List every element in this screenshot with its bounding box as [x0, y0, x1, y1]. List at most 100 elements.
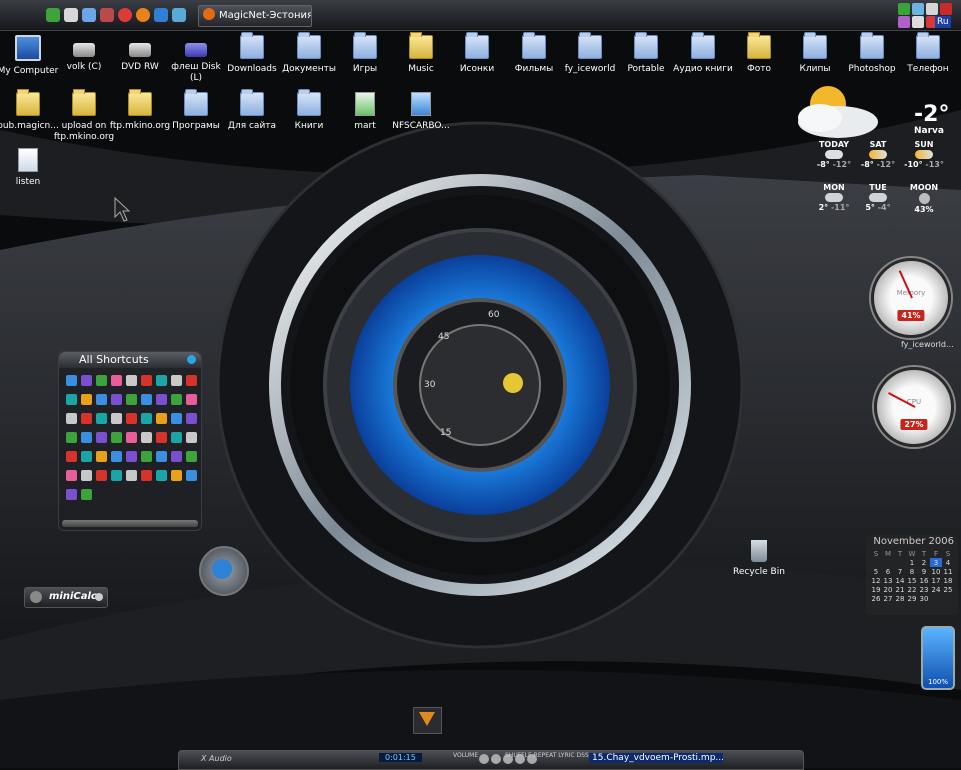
shortcut-icon[interactable]: [171, 470, 182, 481]
icon-photoshop[interactable]: Photoshop: [841, 32, 903, 75]
shortcut-icon[interactable]: [96, 375, 107, 386]
shortcut-icon[interactable]: [141, 432, 152, 443]
shortcut-icon[interactable]: [171, 451, 182, 462]
all-shortcuts-header[interactable]: All Shortcuts: [59, 352, 201, 368]
calendar-day[interactable]: 29: [906, 594, 918, 603]
shortcut-icon[interactable]: [81, 489, 92, 500]
shortcut-icon[interactable]: [81, 432, 92, 443]
icon-photo[interactable]: Фото: [728, 32, 790, 75]
calendar-day[interactable]: 6: [882, 567, 894, 576]
quicklaunch-icon-8[interactable]: [172, 8, 186, 22]
shortcut-icon[interactable]: [66, 375, 77, 386]
icon-ftp-mkino[interactable]: ftp.mkino.org: [109, 89, 171, 132]
shortcut-icon[interactable]: [66, 470, 77, 481]
shortcut-icon[interactable]: [66, 413, 77, 424]
calendar-day[interactable]: 11: [942, 567, 954, 576]
icon-audio-books[interactable]: Аудио книги: [672, 32, 734, 75]
calendar-day[interactable]: 21: [894, 585, 906, 594]
icon-my-computer[interactable]: My Computer: [0, 35, 59, 77]
shortcut-icon[interactable]: [186, 375, 197, 386]
quicklaunch-icon-3[interactable]: [82, 8, 96, 22]
shortcut-icon[interactable]: [141, 375, 152, 386]
shortcut-icon[interactable]: [156, 375, 167, 386]
play-button[interactable]: [491, 754, 501, 764]
icon-documents[interactable]: Документы: [278, 32, 340, 75]
icon-nfscarbon[interactable]: NFSCARBO...: [390, 92, 452, 132]
cpu-gauge[interactable]: CPU 27%: [874, 367, 954, 447]
taskbar-window-button[interactable]: MagicNet-Эстония - 8...: [198, 5, 312, 27]
shortcut-icon[interactable]: [81, 451, 92, 462]
shortcut-icon[interactable]: [186, 470, 197, 481]
icon-downloads[interactable]: Downloads: [221, 32, 283, 75]
calendar-day[interactable]: 1: [906, 558, 918, 567]
icon-programs[interactable]: Програмы: [165, 89, 227, 132]
media-play-widget[interactable]: [199, 546, 249, 596]
shortcut-icon[interactable]: [186, 413, 197, 424]
shortcut-icon[interactable]: [156, 451, 167, 462]
tray-icon-2[interactable]: [912, 3, 924, 15]
expand-icon[interactable]: [95, 593, 103, 601]
calendar-day[interactable]: 7: [894, 567, 906, 576]
panel-options-icon[interactable]: [187, 355, 196, 364]
quicklaunch-icon-2[interactable]: [64, 8, 78, 22]
shortcut-icon[interactable]: [156, 470, 167, 481]
minicalc-widget[interactable]: miniCalc: [24, 587, 108, 608]
shortcut-icon[interactable]: [141, 413, 152, 424]
icon-portable[interactable]: Portable: [615, 32, 677, 75]
shortcut-icon[interactable]: [81, 394, 92, 405]
calendar-day[interactable]: 18: [942, 576, 954, 585]
shortcut-icon[interactable]: [66, 451, 77, 462]
calendar-day[interactable]: 8: [906, 567, 918, 576]
shortcut-icon[interactable]: [186, 432, 197, 443]
shortcut-icon[interactable]: [126, 470, 137, 481]
icon-flash-disk[interactable]: флеш Disk (L): [165, 35, 227, 84]
icon-clips[interactable]: Клипы: [784, 32, 846, 75]
calendar-widget[interactable]: November 2006 SMTWTFS 1 2 3 4 5 6 7 8 9 10 11 12 13 1…: [866, 535, 958, 615]
shortcut-icon[interactable]: [171, 413, 182, 424]
shortcut-icon[interactable]: [126, 394, 137, 405]
shortcut-icon[interactable]: [141, 394, 152, 405]
prev-button[interactable]: [479, 754, 489, 764]
icon-books[interactable]: Книги: [278, 89, 340, 132]
shortcut-icon[interactable]: [156, 432, 167, 443]
icon-pub-magicnet[interactable]: pub.magicn...: [0, 89, 59, 132]
calendar-day[interactable]: 5: [870, 567, 882, 576]
language-indicator[interactable]: Ru: [935, 16, 951, 28]
icon-fy-iceworld[interactable]: fy_iceworld: [559, 32, 621, 75]
tray-icon-1[interactable]: [898, 3, 910, 15]
calendar-day[interactable]: 24: [930, 585, 942, 594]
shortcut-icon[interactable]: [96, 451, 107, 462]
calendar-day[interactable]: 4: [942, 558, 954, 567]
calendar-day[interactable]: 12: [870, 576, 882, 585]
all-shortcuts-panel[interactable]: All Shortcuts: [58, 351, 202, 531]
shortcut-icon[interactable]: [111, 451, 122, 462]
shortcut-icon[interactable]: [66, 432, 77, 443]
launcher-chevron-button[interactable]: [413, 707, 442, 734]
calendar-day[interactable]: 14: [894, 576, 906, 585]
shortcut-icon[interactable]: [186, 394, 197, 405]
shortcut-icon[interactable]: [111, 470, 122, 481]
calendar-day[interactable]: 13: [882, 576, 894, 585]
shortcut-icon[interactable]: [186, 451, 197, 462]
calendar-day[interactable]: 2: [918, 558, 930, 567]
shortcut-icon[interactable]: [81, 470, 92, 481]
calendar-day[interactable]: 25: [942, 585, 954, 594]
calendar-day[interactable]: 16: [918, 576, 930, 585]
icon-for-site[interactable]: Для сайта: [221, 89, 283, 132]
shortcut-icon[interactable]: [126, 432, 137, 443]
quicklaunch-icon-4[interactable]: [100, 8, 114, 22]
shortcut-icon[interactable]: [126, 375, 137, 386]
tray-icon-5[interactable]: [898, 16, 910, 28]
tray-icon-4[interactable]: [940, 3, 952, 15]
icon-upload-ftp[interactable]: upload on ftp.mkino.org: [53, 89, 115, 143]
icon-mart[interactable]: mart: [334, 92, 396, 132]
calendar-day[interactable]: 9: [918, 567, 930, 576]
shortcuts-scrollbar[interactable]: [62, 520, 198, 527]
tray-icon-3[interactable]: [926, 3, 938, 15]
shortcut-icon[interactable]: [111, 394, 122, 405]
shortcut-icon[interactable]: [156, 413, 167, 424]
shortcut-icon[interactable]: [156, 394, 167, 405]
shortcut-icon[interactable]: [111, 432, 122, 443]
shortcut-icon[interactable]: [111, 413, 122, 424]
icon-dvd-rw[interactable]: DVD RW: [109, 35, 171, 73]
